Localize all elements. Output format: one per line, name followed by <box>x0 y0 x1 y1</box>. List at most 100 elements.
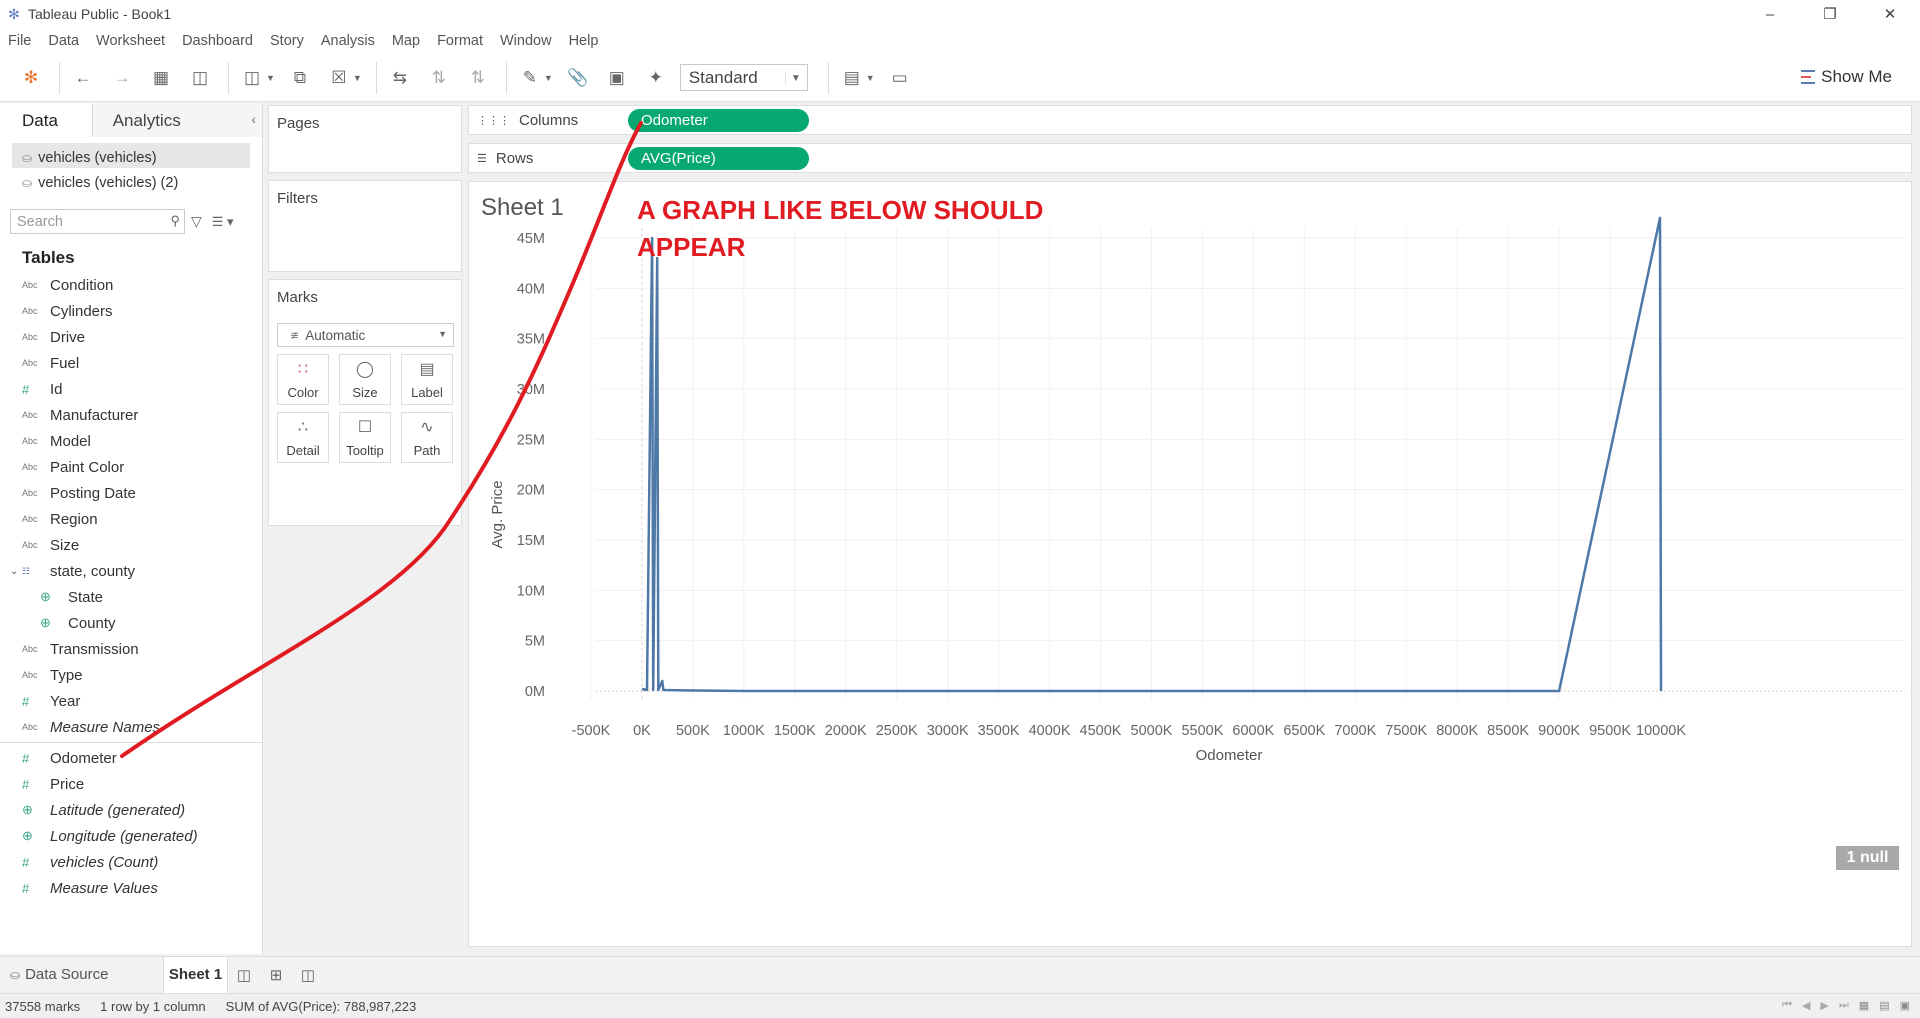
tab-data[interactable]: Data <box>0 103 93 137</box>
undo-icon[interactable]: ← <box>68 63 98 93</box>
tooltip-button[interactable]: ☐ Tooltip <box>339 412 391 463</box>
sort-ascending-icon[interactable]: ⇅ <box>424 63 454 93</box>
menu-story[interactable]: Story <box>270 33 304 49</box>
show-me-button[interactable]: Show Me <box>1801 67 1892 87</box>
sort-descending-icon[interactable]: ⇅ <box>463 63 493 93</box>
field-item[interactable]: Abc Type <box>0 662 262 688</box>
field-item[interactable]: Abc Region <box>0 506 262 532</box>
next-sheet-icon[interactable]: ▶ <box>1820 999 1828 1012</box>
field-item[interactable]: Abc Cylinders <box>0 298 262 324</box>
menu-map[interactable]: Map <box>392 33 420 49</box>
presentation-icon[interactable]: ▭ <box>885 63 915 93</box>
color-button[interactable]: ∷ Color <box>277 354 329 405</box>
rows-shelf[interactable]: ☰ Rows AVG(Price) <box>468 143 1912 173</box>
field-item[interactable]: Abc Transmission <box>0 636 262 662</box>
redo-icon[interactable]: → <box>107 63 137 93</box>
field-item[interactable]: Abc Condition <box>0 272 262 298</box>
field-item[interactable]: ⌄ ☷ state, county <box>0 558 262 584</box>
filters-title: Filters <box>277 190 318 207</box>
duplicate-sheet-icon[interactable]: ⧉ <box>285 63 315 93</box>
close-icon[interactable]: ✕ <box>1860 0 1920 28</box>
chevron-down-icon[interactable]: ▼ <box>353 73 362 83</box>
collapse-pane-icon[interactable]: ‹ <box>251 111 256 127</box>
tab-analytics[interactable]: Analytics <box>92 103 262 137</box>
field-item[interactable]: Abc Size <box>0 532 262 558</box>
last-sheet-icon[interactable]: ⏭ <box>1839 999 1849 1012</box>
field-item[interactable]: Abc Model <box>0 428 262 454</box>
sorter-view-icon[interactable]: ▦ <box>1859 999 1869 1012</box>
chevron-down-icon[interactable]: ▼ <box>544 73 553 83</box>
fit-dropdown[interactable]: Standard ▼ <box>679 64 808 91</box>
chevron-down-icon[interactable]: ▼ <box>266 73 275 83</box>
field-item[interactable]: # Measure Values <box>0 875 262 901</box>
clear-sheet-icon[interactable]: ☒ <box>324 63 354 93</box>
size-label: Size <box>352 385 378 400</box>
save-icon[interactable]: ▦ <box>146 63 176 93</box>
field-item[interactable]: # Price <box>0 771 262 797</box>
field-item[interactable]: Abc Manufacturer <box>0 402 262 428</box>
first-sheet-icon[interactable]: ⏮ <box>1782 999 1792 1012</box>
new-data-source-icon[interactable]: ◫ <box>185 63 215 93</box>
avg-price-pill[interactable]: AVG(Price) <box>628 146 809 170</box>
data-source-tab[interactable]: ⛀ Data Source <box>0 966 163 983</box>
new-worksheet-icon[interactable]: ◫ <box>237 63 267 93</box>
pin-icon[interactable]: ✦ <box>641 63 671 93</box>
field-item[interactable]: # Year <box>0 688 262 714</box>
menu-help[interactable]: Help <box>569 33 599 49</box>
data-source-item[interactable]: ⛀ vehicles (vehicles) <box>12 143 250 168</box>
rows-icon: ☰ <box>477 152 487 165</box>
highlight-icon[interactable]: ✎ <box>515 63 545 93</box>
minimize-icon[interactable]: – <box>1740 0 1800 28</box>
field-item[interactable]: ⊕ State <box>0 584 262 610</box>
odometer-pill[interactable]: Odometer <box>628 108 809 132</box>
chevron-down-icon[interactable]: ▼ <box>866 73 875 83</box>
menu-file[interactable]: File <box>8 33 31 49</box>
new-worksheet-icon[interactable]: ◫ <box>228 966 260 984</box>
tableau-home-icon[interactable]: ✻ <box>16 63 46 93</box>
menu-analysis[interactable]: Analysis <box>321 33 375 49</box>
tabs-view-icon[interactable]: ▣ <box>1900 999 1910 1012</box>
pages-card[interactable]: Pages <box>268 105 462 173</box>
expand-caret-icon[interactable]: ⌄ <box>10 566 18 577</box>
sheet-1-tab[interactable]: Sheet 1 <box>163 956 228 993</box>
label-button[interactable]: ▤ Label <box>401 354 453 405</box>
path-button[interactable]: ∿ Path <box>401 412 453 463</box>
field-item[interactable]: # Id <box>0 376 262 402</box>
data-source-item[interactable]: ⛀ vehicles (vehicles) (2) <box>12 168 250 193</box>
field-item[interactable]: Abc Measure Names <box>0 714 262 740</box>
group-icon[interactable]: 📎 <box>563 63 593 93</box>
menu-data[interactable]: Data <box>48 33 79 49</box>
swap-icon[interactable]: ⇆ <box>385 63 415 93</box>
size-button[interactable]: ◯ Size <box>339 354 391 405</box>
search-icon: ⚲ <box>170 213 180 228</box>
field-item[interactable]: # vehicles (Count) <box>0 849 262 875</box>
menu-worksheet[interactable]: Worksheet <box>96 33 165 49</box>
field-item[interactable]: Abc Posting Date <box>0 480 262 506</box>
field-item[interactable]: Abc Paint Color <box>0 454 262 480</box>
restore-icon[interactable]: ❐ <box>1800 0 1860 28</box>
field-item[interactable]: ⊕ Longitude (generated) <box>0 823 262 849</box>
view-options-icon[interactable]: ☰ ▾ <box>212 214 234 230</box>
filter-icon[interactable]: ▽ <box>191 213 202 230</box>
new-story-icon[interactable]: ◫ <box>292 966 324 984</box>
field-item[interactable]: # Odometer <box>0 745 262 771</box>
field-item[interactable]: Abc Fuel <box>0 350 262 376</box>
filters-card[interactable]: Filters <box>268 180 462 272</box>
menu-dashboard[interactable]: Dashboard <box>182 33 253 49</box>
filmstrip-view-icon[interactable]: ▤ <box>1879 999 1889 1012</box>
search-input[interactable]: Search ⚲ <box>10 209 185 234</box>
field-item[interactable]: ⊕ Latitude (generated) <box>0 797 262 823</box>
null-indicator[interactable]: 1 null <box>1836 846 1899 870</box>
detail-button[interactable]: ∴ Detail <box>277 412 329 463</box>
prev-sheet-icon[interactable]: ◀ <box>1802 999 1810 1012</box>
show-cards-icon[interactable]: ▤ <box>837 63 867 93</box>
field-name: state, county <box>50 562 136 580</box>
columns-shelf[interactable]: ⋮⋮⋮ Columns Odometer <box>468 105 1912 135</box>
new-dashboard-icon[interactable]: ⊞ <box>260 966 292 984</box>
field-item[interactable]: ⊕ County <box>0 610 262 636</box>
mark-type-dropdown[interactable]: ≇ Automatic ▼ <box>277 323 454 347</box>
field-item[interactable]: Abc Drive <box>0 324 262 350</box>
menu-format[interactable]: Format <box>437 33 483 49</box>
label-icon[interactable]: ▣ <box>602 63 632 93</box>
menu-window[interactable]: Window <box>500 33 552 49</box>
